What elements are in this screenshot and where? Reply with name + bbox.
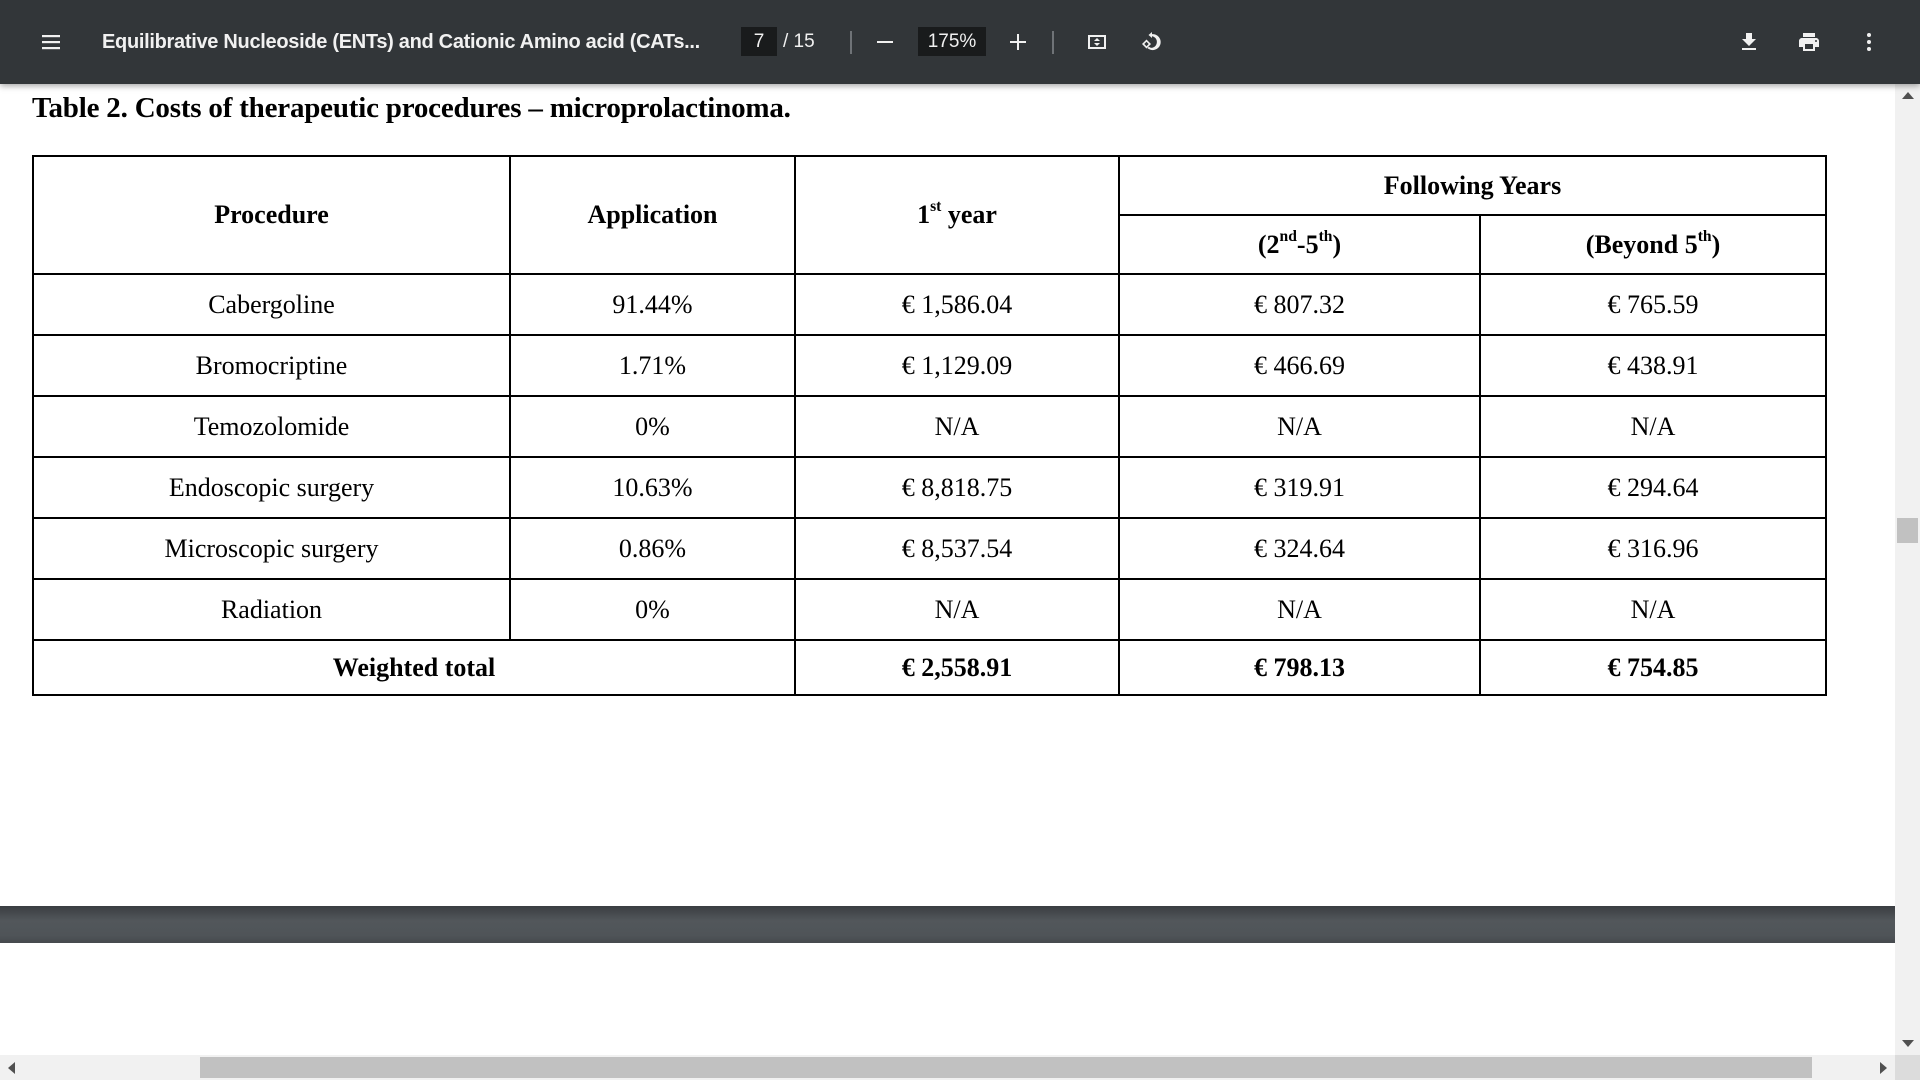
cell-first-year: € 1,129.09 bbox=[794, 334, 1120, 397]
pdf-viewer: Table 2. Costs of therapeutic procedures… bbox=[0, 84, 1895, 1055]
page-separator bbox=[0, 906, 1895, 943]
cell-first-year: € 8,537.54 bbox=[794, 517, 1120, 580]
cell-beyond-5: € 294.64 bbox=[1479, 456, 1827, 519]
weighted-total-row: Weighted total € 2,558.91 € 798.13 € 754… bbox=[32, 639, 1827, 696]
more-options-button[interactable] bbox=[1849, 22, 1889, 62]
cell-application: 1.71% bbox=[509, 334, 796, 397]
cell-first-year: € 8,818.75 bbox=[794, 456, 1120, 519]
cell-years-2-5: € 324.64 bbox=[1118, 517, 1481, 580]
cell-procedure: Temozolomide bbox=[32, 395, 511, 458]
table-row: Radiation 0% N/A N/A N/A bbox=[32, 578, 1827, 641]
toolbar-divider bbox=[1052, 31, 1054, 54]
header-following-years: Following Years bbox=[1118, 155, 1827, 216]
total-label: Weighted total bbox=[32, 639, 796, 696]
total-years-2-5: € 798.13 bbox=[1118, 639, 1481, 696]
more-vert-icon bbox=[1867, 33, 1871, 51]
rotate-button[interactable] bbox=[1131, 22, 1171, 62]
scrollbar-corner bbox=[1895, 1055, 1920, 1080]
cell-years-2-5: N/A bbox=[1118, 578, 1481, 641]
page-number-input[interactable]: 7 bbox=[741, 27, 777, 56]
cell-years-2-5: € 319.91 bbox=[1118, 456, 1481, 519]
print-button[interactable] bbox=[1789, 22, 1829, 62]
toolbar-divider bbox=[850, 31, 852, 54]
cell-beyond-5: N/A bbox=[1479, 395, 1827, 458]
header-application: Application bbox=[509, 155, 796, 275]
cell-application: 91.44% bbox=[509, 273, 796, 336]
menu-button[interactable] bbox=[31, 22, 71, 62]
cell-procedure: Endoscopic surgery bbox=[32, 456, 511, 519]
cell-application: 0% bbox=[509, 395, 796, 458]
cell-procedure: Microscopic surgery bbox=[32, 517, 511, 580]
table-row: Endoscopic surgery 10.63% € 8,818.75 € 319.… bbox=[32, 456, 1827, 519]
download-icon bbox=[1742, 33, 1756, 50]
header-first-year: 1st year bbox=[794, 155, 1120, 275]
scroll-up-arrow-icon[interactable] bbox=[1902, 92, 1914, 99]
rotate-counterclockwise-icon bbox=[1142, 32, 1161, 51]
table-row: Temozolomide 0% N/A N/A N/A bbox=[32, 395, 1827, 458]
scroll-left-arrow-icon[interactable] bbox=[8, 1062, 15, 1074]
table-row: Cabergoline 91.44% € 1,586.04 € 807.32 € 765… bbox=[32, 273, 1827, 336]
pdf-toolbar: Equilibrative Nucleoside (ENTs) and Cati… bbox=[0, 0, 1920, 84]
table-row: Microscopic surgery 0.86% € 8,537.54 € 324.… bbox=[32, 517, 1827, 580]
zoom-in-button[interactable] bbox=[998, 22, 1038, 62]
cell-beyond-5: € 765.59 bbox=[1479, 273, 1827, 336]
cell-application: 0.86% bbox=[509, 517, 796, 580]
print-icon bbox=[1799, 33, 1819, 51]
cell-beyond-5: € 438.91 bbox=[1479, 334, 1827, 397]
fit-to-page-icon bbox=[1088, 35, 1106, 49]
hamburger-menu-icon bbox=[42, 35, 60, 50]
cell-first-year: N/A bbox=[794, 395, 1120, 458]
plus-icon bbox=[1010, 34, 1026, 50]
table-row: Bromocriptine 1.71% € 1,129.09 € 466.69 € 43… bbox=[32, 334, 1827, 397]
zoom-out-button[interactable] bbox=[865, 22, 905, 62]
cell-first-year: € 1,586.04 bbox=[794, 273, 1120, 336]
scroll-right-arrow-icon[interactable] bbox=[1880, 1062, 1887, 1074]
cell-years-2-5: € 466.69 bbox=[1118, 334, 1481, 397]
cell-application: 10.63% bbox=[509, 456, 796, 519]
cell-application: 0% bbox=[509, 578, 796, 641]
minus-icon bbox=[877, 41, 893, 43]
header-row: Procedure Application 1st year Following… bbox=[32, 155, 1827, 275]
cell-beyond-5: € 316.96 bbox=[1479, 517, 1827, 580]
horizontal-scrollbar-thumb[interactable] bbox=[200, 1057, 1812, 1078]
cell-years-2-5: € 807.32 bbox=[1118, 273, 1481, 336]
costs-table: Procedure Application 1st year Following… bbox=[32, 155, 1827, 696]
vertical-scrollbar-thumb[interactable] bbox=[1897, 518, 1918, 543]
page-total-label: / 15 bbox=[783, 31, 815, 52]
total-first-year: € 2,558.91 bbox=[794, 639, 1120, 696]
horizontal-scrollbar[interactable] bbox=[0, 1055, 1895, 1080]
table-caption: Table 2. Costs of therapeutic procedures… bbox=[32, 92, 791, 124]
cell-beyond-5: N/A bbox=[1479, 578, 1827, 641]
total-beyond-5: € 754.85 bbox=[1479, 639, 1827, 696]
zoom-level-input[interactable]: 175% bbox=[918, 27, 986, 56]
cell-first-year: N/A bbox=[794, 578, 1120, 641]
scroll-down-arrow-icon[interactable] bbox=[1902, 1040, 1914, 1047]
cell-procedure: Radiation bbox=[32, 578, 511, 641]
fit-to-page-button[interactable] bbox=[1077, 22, 1117, 62]
vertical-scrollbar[interactable] bbox=[1895, 84, 1920, 1055]
cell-procedure: Bromocriptine bbox=[32, 334, 511, 397]
header-years-2-5: (2nd-5th) bbox=[1118, 214, 1481, 275]
cell-procedure: Cabergoline bbox=[32, 273, 511, 336]
download-button[interactable] bbox=[1729, 22, 1769, 62]
header-beyond-5: (Beyond 5th) bbox=[1479, 214, 1827, 275]
document-title: Equilibrative Nucleoside (ENTs) and Cati… bbox=[102, 31, 700, 53]
header-procedure: Procedure bbox=[32, 155, 511, 275]
cell-years-2-5: N/A bbox=[1118, 395, 1481, 458]
